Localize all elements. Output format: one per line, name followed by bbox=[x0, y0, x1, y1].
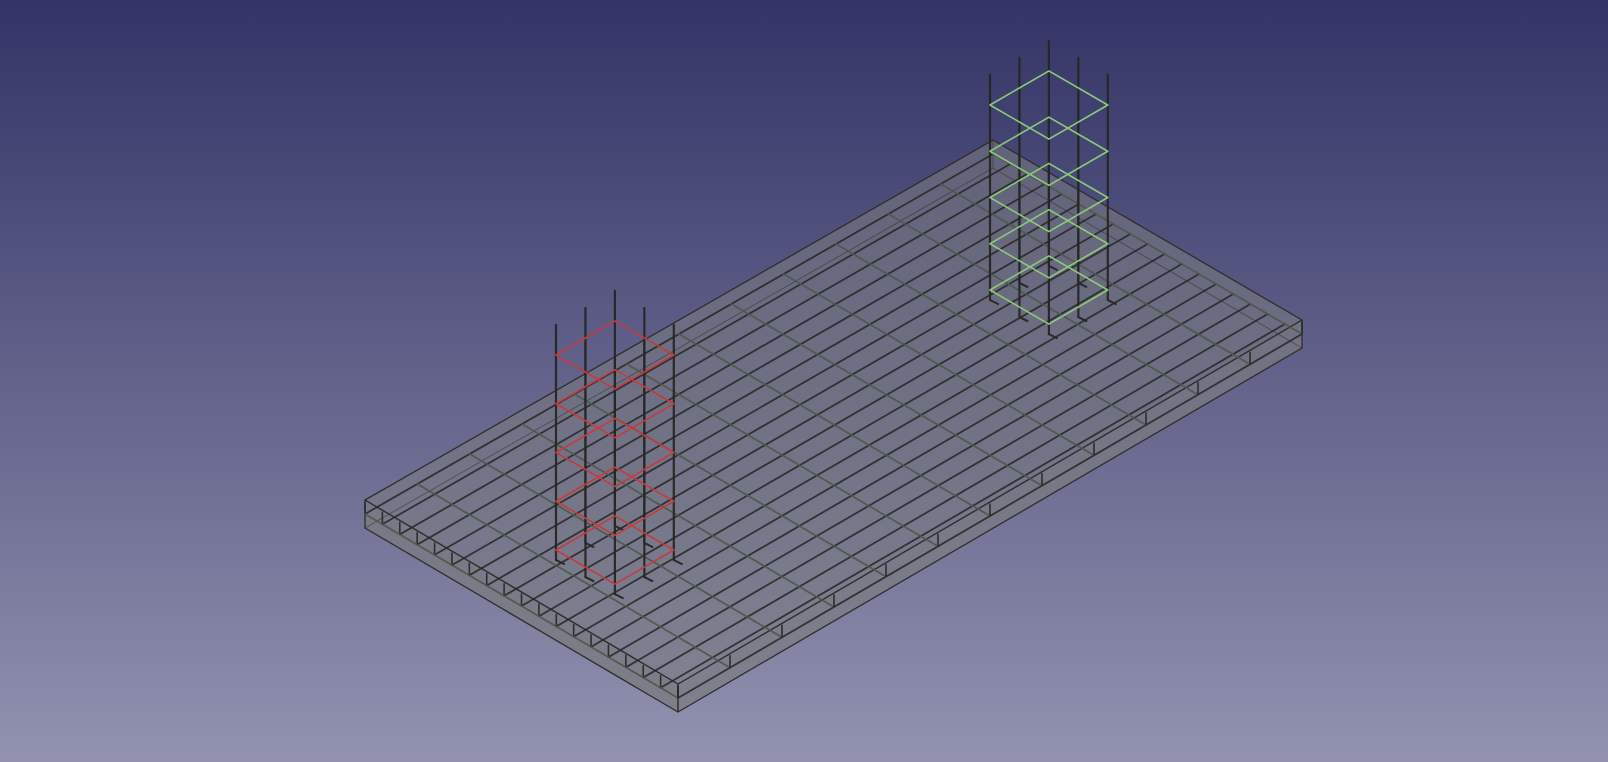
model-scene[interactable] bbox=[0, 0, 1608, 762]
3d-viewport[interactable] bbox=[0, 0, 1608, 762]
